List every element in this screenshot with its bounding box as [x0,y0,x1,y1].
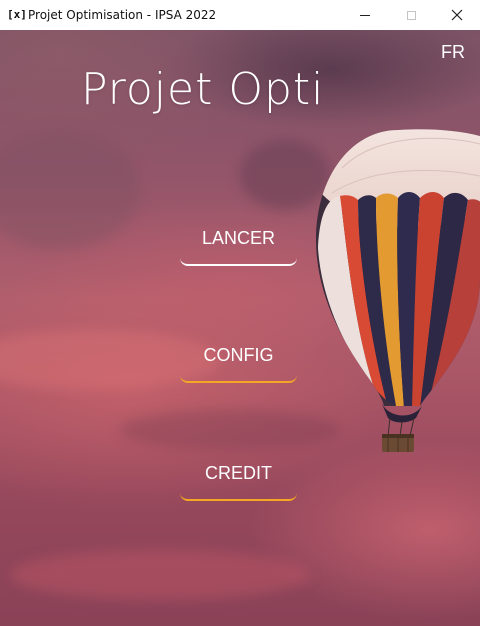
minimize-button[interactable] [342,0,388,30]
launch-button[interactable]: LANCER [179,222,298,266]
launch-button-underline [180,258,297,266]
window-title: Projet Optimisation - IPSA 2022 [28,8,217,22]
maximize-button[interactable] [388,0,434,30]
credit-button[interactable]: CREDIT [179,457,298,501]
config-button-label: CONFIG [203,345,274,365]
maximize-icon [406,10,416,20]
app-title: Projet Opti [81,64,325,115]
credit-button-label: CREDIT [205,463,272,483]
cloud-decoration [10,550,310,600]
hot-air-balloon-image [316,129,480,452]
cloud-decoration [0,130,140,250]
language-toggle[interactable]: FR [441,42,465,62]
close-button[interactable] [434,0,480,30]
config-button[interactable]: CONFIG [179,339,298,383]
close-icon [451,9,463,21]
config-button-underline [180,375,297,383]
app-x-icon: [x] [7,8,27,21]
cloud-decoration [120,410,340,450]
launch-button-label: LANCER [201,228,276,248]
app-window: [x] Projet Optimisation - IPSA 2022 FR P… [0,0,480,626]
credit-button-underline [180,493,297,501]
title-bar[interactable]: [x] Projet Optimisation - IPSA 2022 [0,0,480,30]
main-screen: FR Projet Opti LANCER CONFIG CREDIT [0,30,480,626]
minimize-icon [360,14,370,16]
